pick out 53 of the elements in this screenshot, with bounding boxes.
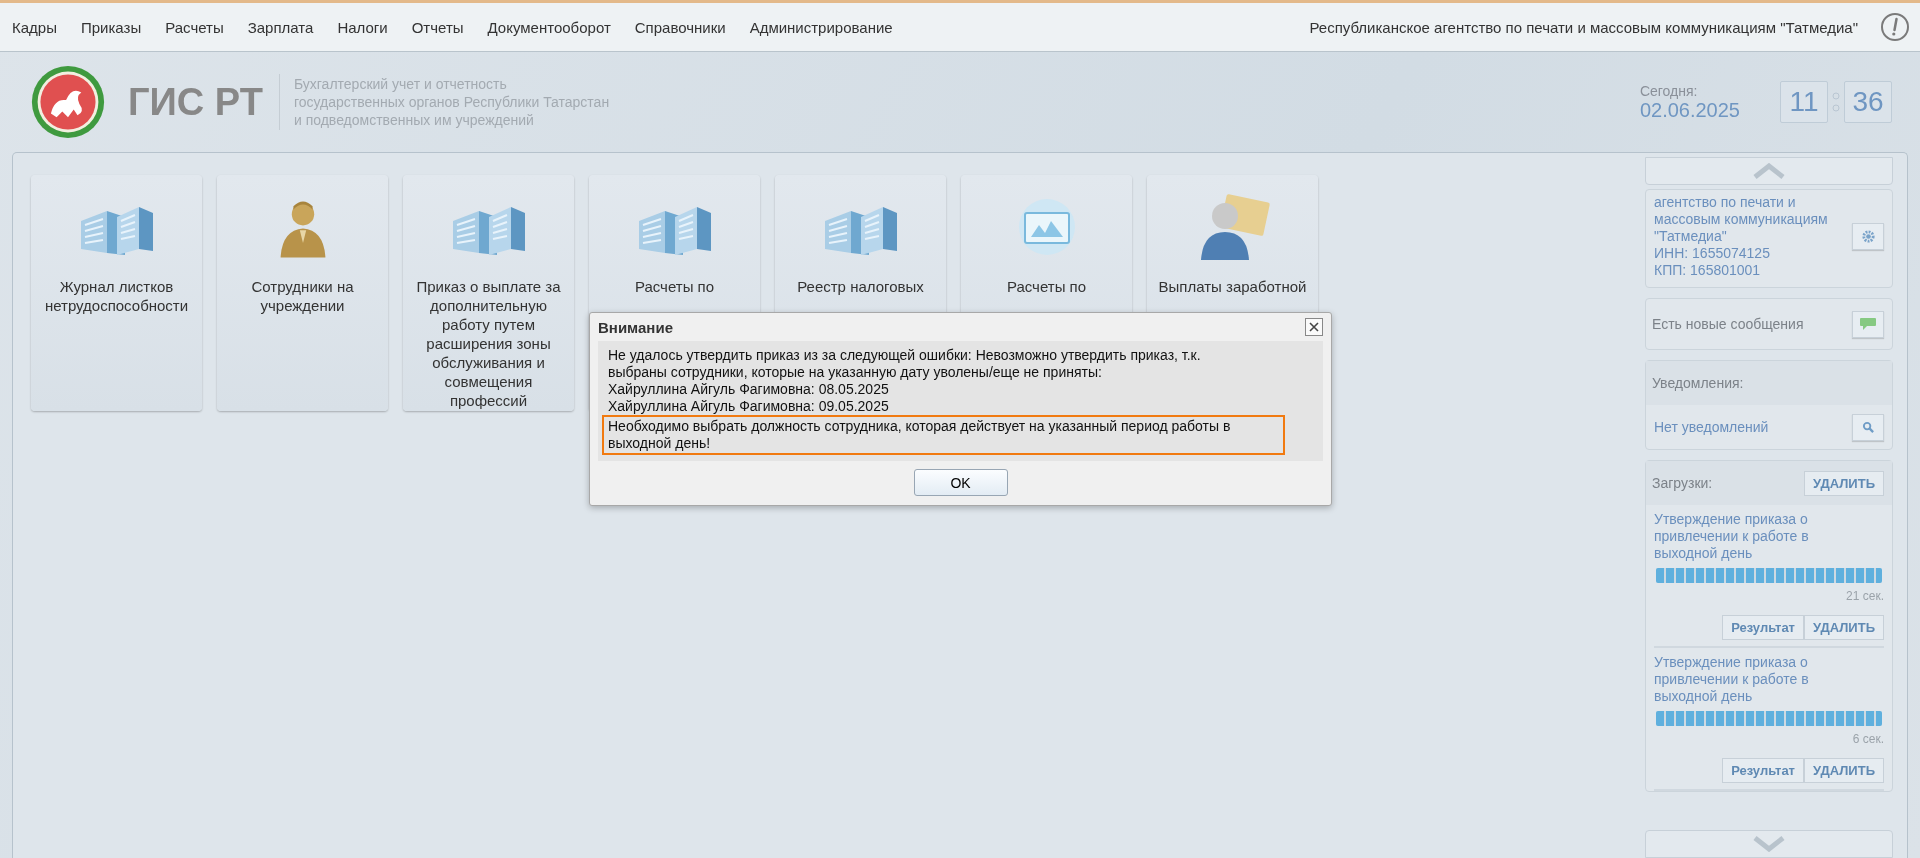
module-tile[interactable]: Приказ о выплате за дополнительную работу путем расширения зоны обслуживания и совмещения профессий <box>403 175 574 411</box>
menu-item[interactable]: Отчеты <box>399 18 476 36</box>
clock-minutes: 36 <box>1844 81 1892 123</box>
tile-label: Сотрудники на учреждении <box>250 277 355 315</box>
menu-item[interactable]: Расчеты <box>153 18 236 36</box>
menu-item[interactable]: Кадры <box>0 18 69 36</box>
organization-name: Республиканское агентство по печати и массовым коммуникациям "Татмедиа" <box>1309 18 1858 36</box>
menu-item[interactable]: Зарплата <box>235 18 326 36</box>
search-icon <box>1861 420 1875 434</box>
tile-label: Реестр налоговых <box>797 277 924 296</box>
product-title: ГИС РТ <box>128 74 280 130</box>
current-date: 02.06.2025 <box>1639 98 1740 122</box>
close-button[interactable] <box>1305 318 1323 336</box>
dialog-title: Внимание <box>598 318 673 336</box>
download-title: Утверждение приказа о привлечении к работе в выходной день <box>1654 511 1810 562</box>
downloads-title: Загрузки: <box>1652 475 1713 491</box>
organization-info: агентство по печати и <box>1654 194 1797 211</box>
tile-label: Выплаты заработной <box>1158 277 1307 296</box>
download-title: Утверждение приказа о привлечении к работе в выходной день <box>1654 654 1810 705</box>
help-icon[interactable] <box>1880 12 1910 42</box>
today-label: Сегодня: <box>1639 82 1699 99</box>
elapsed-time: 21 сек. <box>1845 589 1884 603</box>
module-tile[interactable]: Журнал листков нетрудоспособности <box>31 175 202 411</box>
gear-icon <box>1860 229 1876 244</box>
menu-item[interactable]: Налоги <box>325 18 400 36</box>
menu-item[interactable]: Документооборот <box>475 18 623 36</box>
tile-label: Расчеты по <box>1006 277 1087 296</box>
menu-item[interactable]: Приказы <box>68 18 154 36</box>
speech-bubble-icon <box>1859 317 1877 331</box>
chevron-down-icon <box>1751 836 1787 852</box>
messages-button[interactable] <box>1852 310 1884 338</box>
chevron-up-icon <box>1751 163 1787 179</box>
organization-info: ИНН: 1655074125 <box>1654 245 1771 262</box>
tile-label: Приказ о выплате за дополнительную работу путем расширения зоны обслуживания и совмещения профессий <box>415 277 562 410</box>
organization-info: КПП: 165801001 <box>1654 262 1762 279</box>
tile-label: Расчеты по <box>634 277 715 296</box>
messages-text: Есть новые сообщения <box>1652 316 1804 332</box>
ok-button[interactable]: OK <box>913 469 1008 496</box>
settings-button[interactable] <box>1852 223 1884 250</box>
menu-item[interactable]: Справочники <box>622 18 738 36</box>
notifications-text: Нет уведомлений <box>1654 418 1769 436</box>
scroll-up-button[interactable] <box>1645 157 1893 185</box>
organization-info: массовым коммуникациям <box>1654 211 1829 228</box>
notifications-title: Уведомления: <box>1652 375 1744 391</box>
elapsed-time: 6 сек. <box>1851 732 1884 746</box>
scroll-down-button[interactable] <box>1645 830 1893 858</box>
menu-item[interactable]: Администрирование <box>737 18 905 36</box>
organization-info: "Татмедиа" <box>1654 228 1728 245</box>
module-tile[interactable]: Сотрудники на учреждении <box>217 175 388 411</box>
clock-hours: 11 <box>1780 81 1828 123</box>
search-button[interactable] <box>1852 413 1884 441</box>
tile-label: Журнал листков нетрудоспособности <box>43 277 190 315</box>
close-icon <box>1309 322 1319 332</box>
